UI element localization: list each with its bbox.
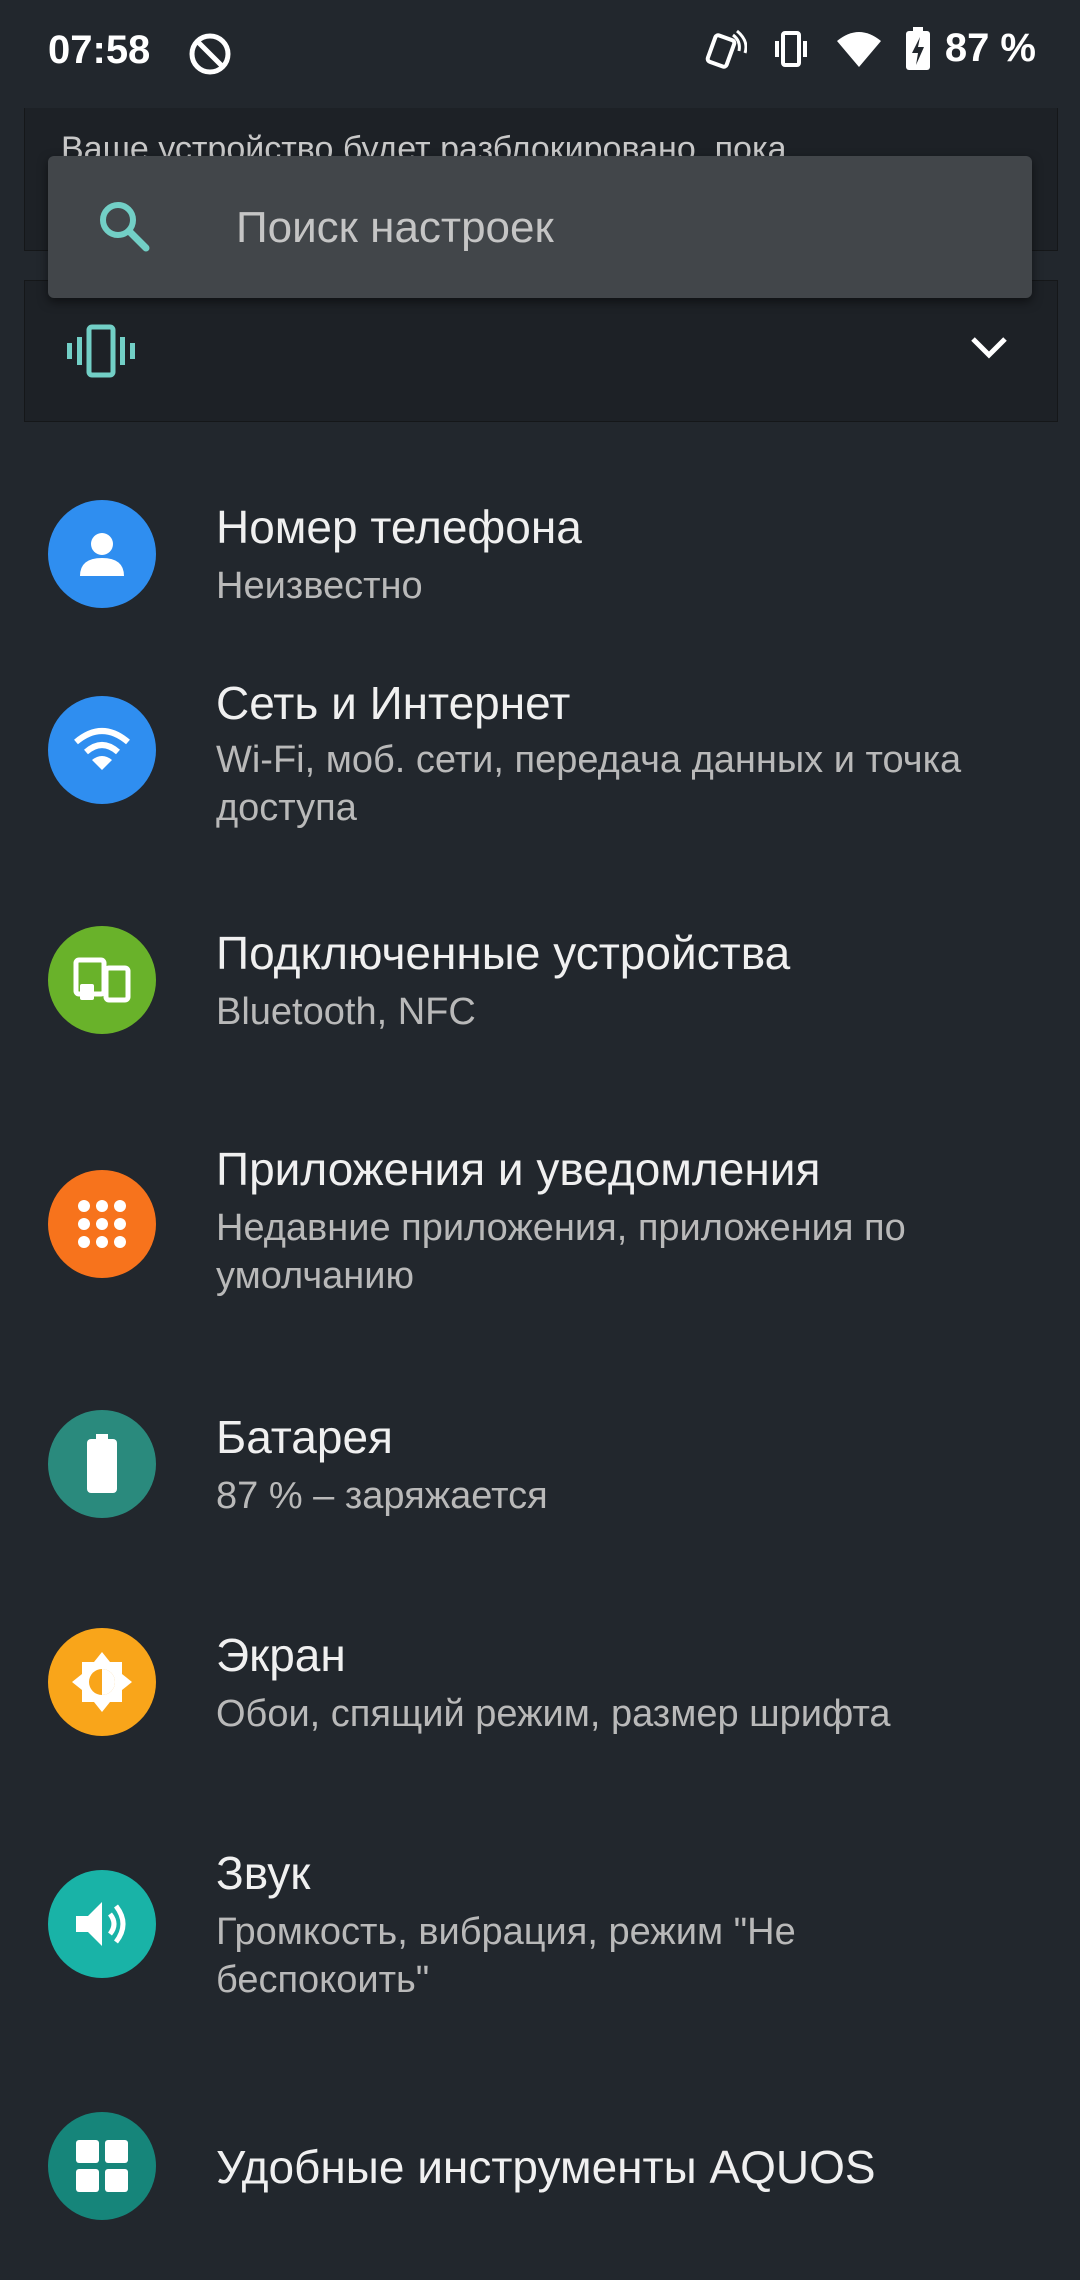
vibrate-icon: [774, 30, 807, 67]
nfc-icon: [705, 29, 747, 69]
search-input[interactable]: [234, 156, 998, 300]
settings-item-title: Батарея: [216, 1411, 393, 1463]
person-icon: [48, 500, 156, 608]
settings-item-title: Номер телефона: [216, 501, 582, 553]
battery-percent: 87 %: [944, 26, 1036, 70]
settings-item-apps[interactable]: Приложения и уведомления Недавние прилож…: [0, 1142, 1080, 1410]
brightness-icon: [48, 1628, 156, 1736]
settings-item-battery[interactable]: Батарея 87 % – заряжается: [0, 1410, 1080, 1628]
settings-item-subtitle: Wi-Fi, моб. сети, передача данных и точк…: [216, 739, 962, 829]
settings-item-aquos-tools[interactable]: Удобные инструменты AQUOS: [0, 2112, 1080, 2272]
search-bar[interactable]: [48, 156, 1032, 300]
vibrate-mode-card[interactable]: [24, 280, 1058, 422]
wifi-icon: [836, 31, 881, 67]
settings-item-subtitle: 87 % – заряжается: [216, 1475, 548, 1517]
dnd-icon: [189, 33, 231, 75]
settings-item-subtitle: Обои, спящий режим, размер шрифта: [216, 1693, 891, 1735]
battery-charging-icon: [905, 26, 930, 70]
search-icon: [100, 202, 150, 252]
apps-grid-icon: [48, 1170, 156, 1278]
settings-item-title: Экран: [216, 1629, 346, 1681]
battery-icon: [48, 1410, 156, 1518]
wifi-icon: [48, 696, 156, 804]
vibrate-icon: [67, 324, 135, 378]
chevron-down-icon[interactable]: [969, 333, 1009, 361]
settings-item-sound[interactable]: Звук Громкость, вибрация, режим "Не бесп…: [0, 1846, 1080, 2112]
status-bar: 07:58 87 %: [0, 0, 1080, 110]
settings-item-subtitle: Неизвестно: [216, 565, 423, 607]
settings-item-subtitle: Громкость, вибрация, режим "Не беспокоит…: [216, 1911, 796, 2001]
settings-item-title: Сеть и Интернет: [216, 677, 571, 729]
settings-item-network[interactable]: Сеть и Интернет Wi-Fi, моб. сети, переда…: [0, 656, 1080, 926]
settings-item-title: Приложения и уведомления: [216, 1143, 821, 1195]
devices-icon: [48, 926, 156, 1034]
settings-item-title: Удобные инструменты AQUOS: [216, 2141, 876, 2193]
settings-list: Номер телефона Неизвестно Сеть и Интерне…: [0, 452, 1080, 2272]
settings-item-title: Подключенные устройства: [216, 927, 791, 979]
status-time: 07:58: [48, 28, 151, 72]
settings-item-title: Звук: [216, 1847, 311, 1899]
tools-grid-icon: [48, 2112, 156, 2220]
volume-icon: [48, 1870, 156, 1978]
settings-item-display[interactable]: Экран Обои, спящий режим, размер шрифта: [0, 1628, 1080, 1846]
settings-item-subtitle: Bluetooth, NFC: [216, 991, 476, 1033]
settings-item-subtitle: Недавние приложения, приложения по умолч…: [216, 1207, 906, 1297]
settings-item-phone-number[interactable]: Номер телефона Неизвестно: [0, 452, 1080, 656]
settings-item-connected-devices[interactable]: Подключенные устройства Bluetooth, NFC: [0, 926, 1080, 1142]
